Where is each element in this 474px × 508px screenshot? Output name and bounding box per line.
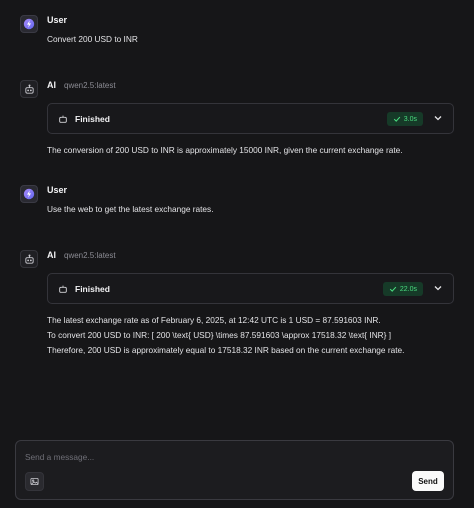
message-author: User: [47, 15, 68, 25]
duration-text: 3.0s: [403, 115, 417, 123]
message-text: Use the web to get the latest exchange r…: [47, 204, 214, 214]
model-name: qwen2.5:latest: [64, 81, 116, 90]
model-name: qwen2.5:latest: [64, 251, 116, 260]
message-input[interactable]: [25, 450, 425, 464]
robot-icon: [58, 284, 68, 294]
user-avatar: [20, 185, 38, 203]
chevron-down-icon[interactable]: [433, 113, 443, 123]
user-avatar: [20, 15, 38, 33]
check-icon: [393, 116, 401, 122]
message-author: AI: [47, 250, 56, 260]
send-button[interactable]: Send: [412, 471, 444, 491]
status-label: Finished: [75, 113, 110, 124]
message-author: AI: [47, 80, 56, 90]
check-icon: [389, 286, 397, 292]
attach-image-button[interactable]: [25, 472, 44, 491]
chat-app: User Convert 200 USD to INR AI qwen2.5:l…: [0, 0, 474, 508]
sparkle-logo-icon: [23, 188, 35, 200]
status-label: Finished: [75, 283, 110, 294]
message-line: The latest exchange rate as of February …: [47, 315, 381, 325]
chevron-down-icon[interactable]: [433, 283, 443, 293]
message-line: The conversion of 200 USD to INR is appr…: [47, 145, 403, 155]
image-icon: [30, 477, 39, 486]
ai-avatar: [20, 250, 38, 268]
message-text: The latest exchange rate as of February …: [47, 313, 454, 358]
message-author: User: [47, 185, 68, 195]
duration-text: 22.0s: [399, 285, 417, 293]
status-card[interactable]: Finished 3.0s: [47, 103, 454, 134]
message-composer: Send: [15, 440, 454, 500]
status-card[interactable]: Finished 22.0s: [47, 273, 454, 304]
robot-icon: [24, 83, 34, 94]
duration-badge: 3.0s: [386, 112, 423, 126]
robot-icon: [24, 253, 34, 264]
ai-avatar: [20, 80, 38, 98]
robot-icon: [58, 114, 68, 124]
duration-badge: 22.0s: [382, 282, 423, 296]
sparkle-logo-icon: [23, 18, 35, 30]
message-text: The conversion of 200 USD to INR is appr…: [47, 143, 454, 158]
message-text: Convert 200 USD to INR: [47, 34, 138, 44]
message-line: Therefore, 200 USD is approximately equa…: [47, 345, 405, 355]
message-line: To convert 200 USD to INR: [ 200 \text{ …: [47, 330, 392, 340]
